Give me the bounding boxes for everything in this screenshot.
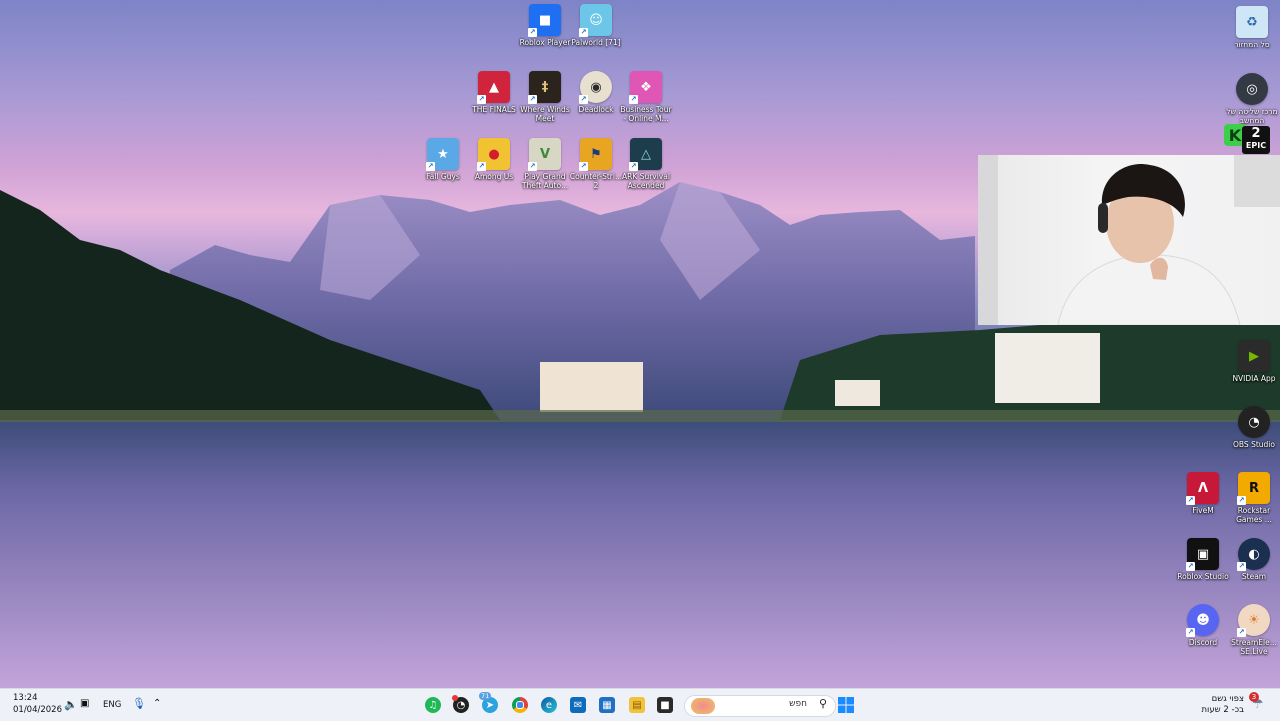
epic-games-icon[interactable]: K 2 EPIC	[1224, 124, 1270, 154]
icon-label: Rockstar Games ...	[1236, 506, 1272, 524]
icon-label: THE FINALS	[472, 105, 516, 114]
roblox-icon: ■ ↗	[528, 4, 561, 37]
epic-badge: 2 EPIC	[1242, 126, 1270, 154]
icon-label: FiveM	[1192, 506, 1214, 515]
desktop-icon-business-tour[interactable]: ❖ ↗ Business Tour - Online M...	[620, 71, 672, 123]
control-center-icon: ◎	[1236, 73, 1268, 105]
desktop-icon-streamelements[interactable]: ☀ ↗ StreamEle... SE.Live	[1228, 604, 1280, 656]
search-icon: ⚲	[818, 697, 827, 710]
steam-icon: ◐ ↗	[1237, 538, 1270, 571]
microphone-icon[interactable]: 🎙	[132, 697, 146, 710]
spotify-icon[interactable]: ♫	[425, 697, 441, 713]
icon-label: ARK Survival Ascended	[622, 172, 670, 190]
desktop-icon-gta-v[interactable]: V ↗ Play Grand Theft Auto...	[519, 138, 571, 190]
the-finals-icon: ▲ ↗	[477, 71, 510, 104]
icon-label: מרכז שליטה של המחשב	[1226, 107, 1278, 125]
icon-label: Where Winds Meet	[520, 105, 570, 123]
chrome-icon[interactable]	[512, 697, 528, 713]
epic-label: EPIC	[1245, 141, 1267, 150]
fivem-icon: Λ ↗	[1186, 472, 1219, 505]
desktop-icon-fivem[interactable]: Λ ↗ FiveM	[1177, 472, 1229, 515]
epic-count: 2	[1251, 126, 1261, 141]
search-placeholder: חפש	[789, 699, 807, 709]
icon-label: Discord	[1188, 638, 1218, 647]
webcam-person	[978, 155, 1280, 325]
ark-icon: △ ↗	[629, 138, 662, 171]
clock-time[interactable]: 13:24	[13, 693, 38, 703]
store-icon[interactable]: ▦	[599, 697, 615, 713]
icon-label: Steam	[1241, 572, 1267, 581]
desktop-icon-discord[interactable]: ☻ ↗ Discord	[1177, 604, 1229, 647]
search-highlight-icon	[691, 698, 715, 714]
counter-strike-icon: ⚑ ↗	[579, 138, 612, 171]
recycle-bin-icon: ♻	[1236, 6, 1268, 38]
network-icon[interactable]: ▣	[80, 698, 89, 709]
language-indicator[interactable]: ENG	[103, 700, 121, 710]
weather-title[interactable]: צפוי גשם	[1212, 694, 1244, 704]
rockstar-icon: R ↗	[1237, 472, 1270, 505]
weather-badge: 3	[1249, 692, 1259, 702]
icon-label: Palworld [71]	[571, 38, 621, 47]
desktop-icon-the-finals[interactable]: ▲ ↗ THE FINALS	[468, 71, 520, 114]
speaker-icon[interactable]: 🔈	[64, 698, 78, 711]
webcam-overlay	[978, 155, 1280, 325]
outlook-icon[interactable]: ✉	[570, 697, 586, 713]
streamelements-icon: ☀ ↗	[1237, 604, 1270, 637]
palworld-icon: ☺ ↗	[579, 4, 612, 37]
deadlock-icon: ◉ ↗	[579, 71, 612, 104]
desktop-icon-deadlock[interactable]: ◉ ↗ Deadlock	[570, 71, 622, 114]
business-tour-icon: ❖ ↗	[629, 71, 662, 104]
desktop-icon-recycle-bin[interactable]: ♻ סל המחזור	[1226, 6, 1278, 49]
desktop-icon-control-center[interactable]: ◎ מרכז שליטה של המחשב	[1226, 73, 1278, 125]
windows-start-icon[interactable]	[838, 697, 854, 713]
desktop-icon-steam[interactable]: ◐ ↗ Steam	[1228, 538, 1280, 581]
chevron-up-icon[interactable]: ⌃	[153, 698, 161, 709]
icon-label: StreamEle... SE.Live	[1231, 638, 1277, 656]
fall-guys-icon: ★ ↗	[426, 138, 459, 171]
icon-label: Deadlock	[578, 105, 614, 114]
among-us-icon: ● ↗	[477, 138, 510, 171]
desktop-icon-nvidia[interactable]: ▶ NVIDIA App	[1228, 340, 1280, 383]
desktop: ■ ↗ Roblox Player ☺ ↗ Palworld [71] ▲ ↗ THE…	[0, 0, 1280, 688]
desktop-icon-roblox-player[interactable]: ■ ↗ Roblox Player	[519, 4, 571, 47]
nvidia-icon: ▶	[1238, 340, 1270, 372]
icon-label: Business Tour - Online M...	[620, 105, 672, 123]
discord-icon: ☻ ↗	[1186, 604, 1219, 637]
icon-label: OBS Studio	[1233, 440, 1275, 449]
desktop-icon-among-us[interactable]: ● ↗ Among Us	[468, 138, 520, 181]
desktop-icon-ark[interactable]: △ ↗ ARK Survival Ascended	[620, 138, 672, 190]
desktop-icon-fall-guys[interactable]: ★ ↗ Fall Guys	[417, 138, 469, 181]
desktop-icon-counter-strike[interactable]: ⚑ ↗ Counter-Stri... 2	[570, 138, 622, 190]
desktop-icon-where-winds-meet[interactable]: ‡ ↗ Where Winds Meet	[519, 71, 571, 123]
desktop-icon-roblox-studio[interactable]: ▣ ↗ Roblox Studio	[1177, 538, 1229, 581]
icon-label: Among Us	[474, 172, 514, 181]
icon-label: Roblox Studio	[1177, 572, 1229, 581]
obs-icon: ◔	[1238, 406, 1270, 438]
weather-subtitle[interactable]: בכ- 2 שעות	[1201, 705, 1244, 715]
icon-label: Play Grand Theft Auto...	[521, 172, 569, 190]
edge-icon[interactable]: e	[541, 697, 557, 713]
desktop-icon-obs[interactable]: ◔ OBS Studio	[1228, 406, 1280, 449]
icon-label: NVIDIA App	[1232, 374, 1276, 383]
file-explorer-icon[interactable]: ▤	[629, 697, 645, 713]
where-winds-meet-icon: ‡ ↗	[528, 71, 561, 104]
icon-label: סל המחזור	[1234, 40, 1270, 49]
icon-label: Counter-Stri... 2	[569, 172, 623, 190]
window-app-icon[interactable]: ■	[657, 697, 673, 713]
clock-date[interactable]: 01/04/2026	[13, 705, 62, 715]
telegram-badge: 71	[479, 692, 492, 700]
roblox-studio-icon: ▣ ↗	[1186, 538, 1219, 571]
gta-v-icon: V ↗	[528, 138, 561, 171]
desktop-icon-palworld[interactable]: ☺ ↗ Palworld [71]	[570, 4, 622, 47]
search-box[interactable]: חפש ⚲	[684, 695, 836, 717]
desktop-icon-rockstar[interactable]: R ↗ Rockstar Games ...	[1228, 472, 1280, 524]
windows-logo	[838, 697, 854, 713]
taskbar: 13:24 01/04/2026 🔈 ▣ ENG 🎙 ⌃ ♫ ◔ ➤ 71 e …	[0, 688, 1280, 721]
icon-label: Roblox Player	[519, 38, 571, 47]
notification-dot	[452, 695, 458, 701]
icon-label: Fall Guys	[426, 172, 460, 181]
